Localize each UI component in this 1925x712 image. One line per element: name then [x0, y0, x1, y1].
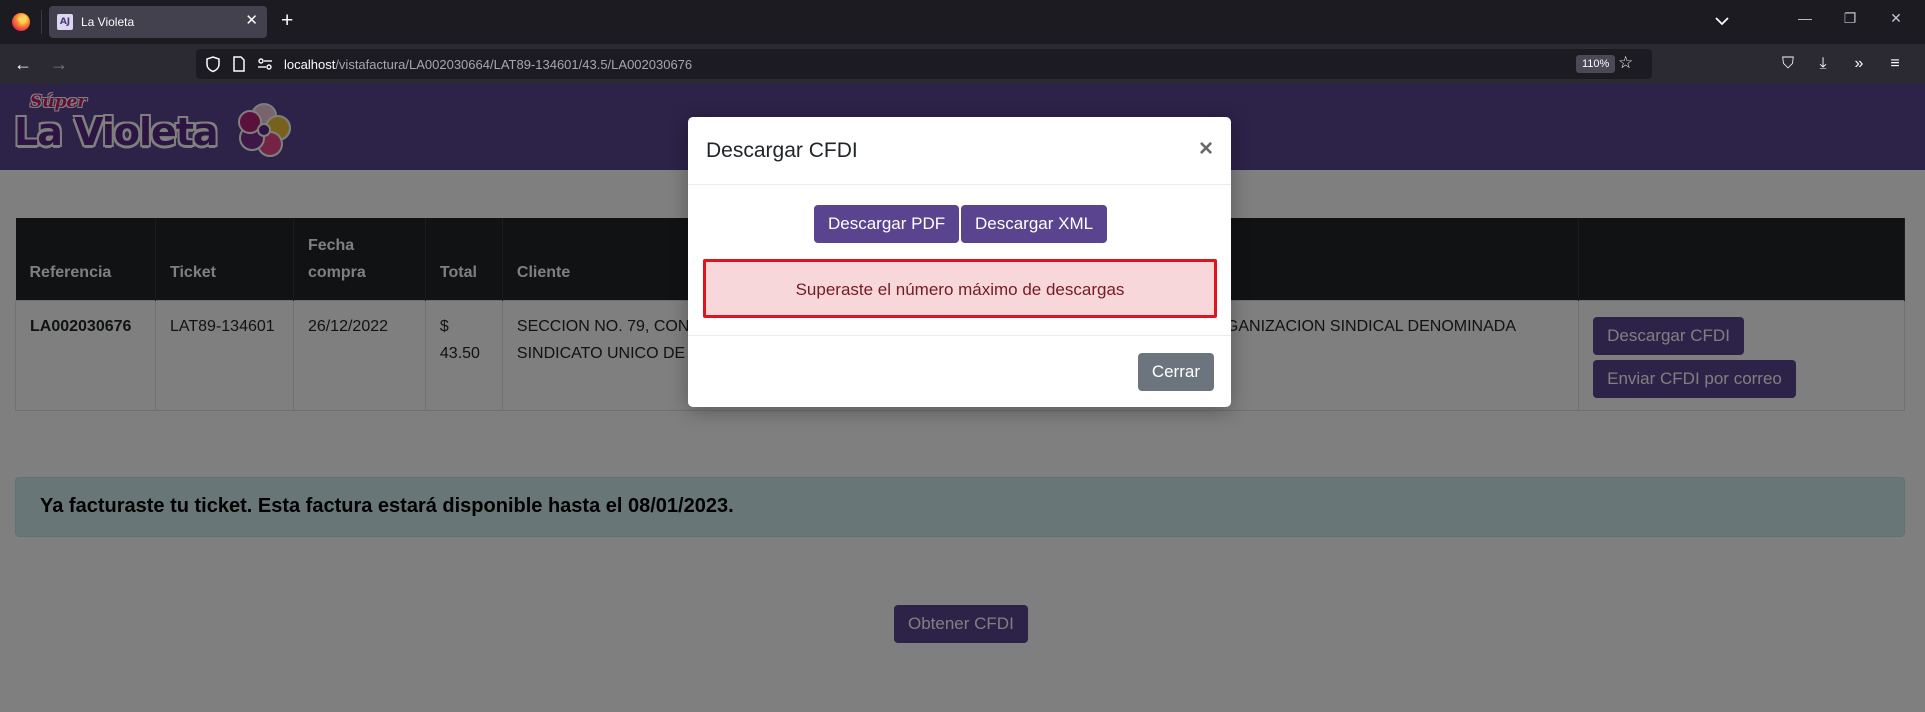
browser-tab-strip: AJ La Violeta ✕ + — ❐ ✕	[0, 0, 1925, 44]
descargar-xml-button[interactable]: Descargar XML	[961, 205, 1108, 243]
restore-icon[interactable]: ❐	[1830, 10, 1870, 27]
download-limit-text: Superaste el número máximo de descargas	[795, 280, 1125, 299]
modal-close-icon[interactable]: ×	[1199, 135, 1213, 163]
site-favicon-icon: AJ	[57, 14, 73, 30]
back-icon[interactable]: ←	[12, 53, 34, 75]
download-limit-alert: Superaste el número máximo de descargas	[703, 259, 1217, 318]
cerrar-button[interactable]: Cerrar	[1137, 353, 1214, 391]
permissions-icon[interactable]	[256, 55, 274, 73]
url-host: localhost	[284, 57, 336, 72]
browser-navigation-bar: ← → localhost/vistafactura/LA002030664/L…	[0, 44, 1925, 84]
url-text[interactable]: localhost/vistafactura/LA002030664/LAT89…	[284, 57, 692, 72]
forward-icon[interactable]: →	[48, 53, 70, 75]
descargar-cfdi-modal: Descargar CFDI × Descargar PDF Descargar…	[688, 117, 1231, 407]
list-all-tabs-icon[interactable]	[1712, 11, 1732, 31]
browser-tab[interactable]: AJ La Violeta ✕	[49, 6, 267, 38]
extensions-overflow-icon[interactable]: »	[1848, 53, 1870, 75]
tab-close-icon[interactable]: ✕	[245, 13, 258, 29]
tab-separator	[41, 10, 42, 34]
url-path: /vistafactura/LA002030664/LAT89-134601/4…	[335, 57, 693, 72]
zoom-level-badge[interactable]: 110%	[1576, 55, 1616, 73]
downloads-icon[interactable]: ⤓	[1812, 53, 1834, 75]
pocket-icon[interactable]: ⛉	[1777, 53, 1799, 75]
modal-footer: Cerrar	[688, 335, 1231, 407]
bookmark-star-icon[interactable]: ☆	[1618, 53, 1633, 73]
modal-header: Descargar CFDI ×	[688, 117, 1231, 185]
modal-title: Descargar CFDI	[706, 139, 858, 162]
menu-hamburger-icon[interactable]: ≡	[1884, 53, 1906, 75]
descargar-pdf-button[interactable]: Descargar PDF	[814, 205, 960, 243]
url-bar[interactable]: localhost/vistafactura/LA002030664/LAT89…	[196, 49, 1652, 79]
shield-icon[interactable]	[204, 55, 222, 73]
minimize-icon[interactable]: —	[1785, 10, 1825, 26]
new-tab-icon[interactable]: +	[281, 9, 293, 33]
page-icon[interactable]	[230, 55, 248, 73]
firefox-logo-icon[interactable]	[12, 13, 30, 31]
web-page: Súper La Violeta Referencia Ticket Fecha…	[0, 84, 1925, 712]
window-close-icon[interactable]: ✕	[1876, 10, 1916, 27]
tab-title: La Violeta	[81, 15, 135, 29]
